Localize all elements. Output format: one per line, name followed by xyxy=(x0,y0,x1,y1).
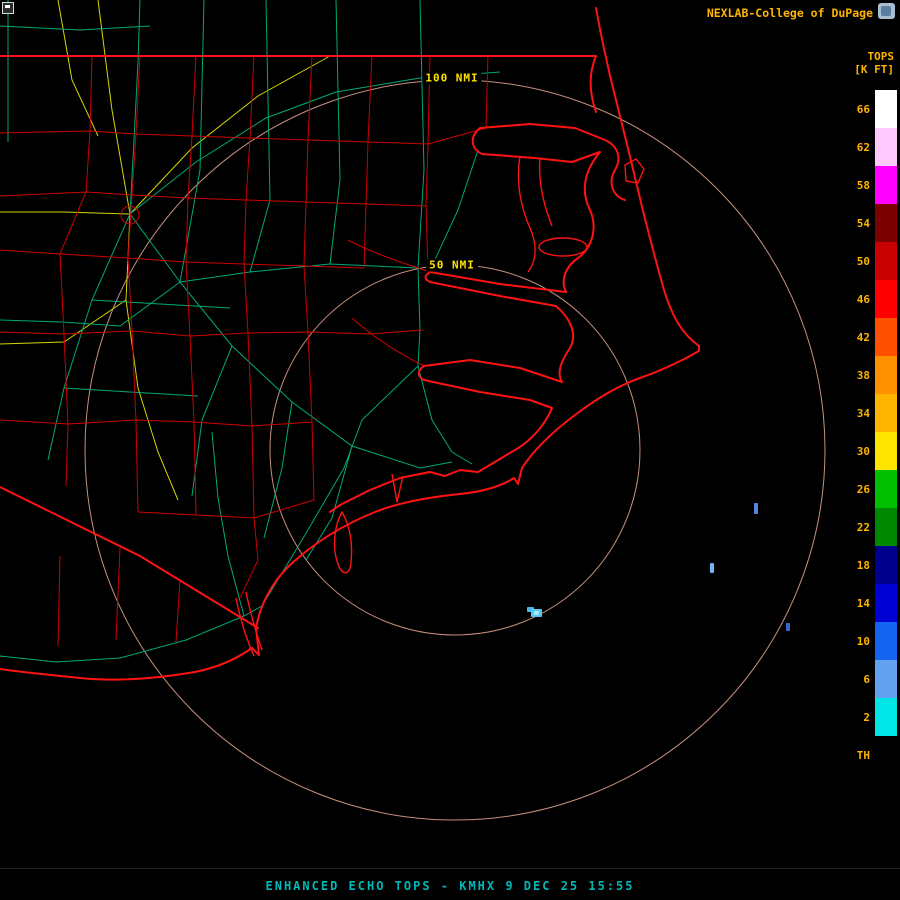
scale-label: 54 xyxy=(840,217,870,230)
scale-row: 18 xyxy=(840,546,897,584)
scale-row: TH xyxy=(840,736,897,774)
range-ring-50nmi xyxy=(270,265,640,635)
scale-row: 54 xyxy=(840,204,897,242)
lake-mattamuskeet xyxy=(539,238,587,256)
scale-label: 58 xyxy=(840,179,870,192)
scale-swatch xyxy=(875,242,897,280)
scale-label: 2 xyxy=(840,711,870,724)
alligator-river xyxy=(518,156,552,272)
radar-map xyxy=(0,0,900,900)
brand-text: NEXLAB-College of DuPage xyxy=(707,6,873,20)
scale-swatch xyxy=(875,546,897,584)
scale-swatch xyxy=(875,128,897,166)
scale-swatch xyxy=(875,660,897,698)
scale-label: 10 xyxy=(840,635,870,648)
scale-title-units: [K FT] xyxy=(854,63,894,76)
scale-row: 42 xyxy=(840,318,897,356)
radar-display: 100 NMI 50 NMI NEXLAB-College of DuPage … xyxy=(0,0,900,900)
scale-label: 34 xyxy=(840,407,870,420)
county-borders xyxy=(0,55,488,646)
scale-title-product: TOPS xyxy=(854,50,894,63)
product-caption: ENHANCED ECHO TOPS - KMHX 9 DEC 25 15:55 xyxy=(0,879,900,893)
coastline-state-borders xyxy=(0,8,699,680)
scale-swatch xyxy=(875,736,897,774)
scale-row: 66 xyxy=(840,90,897,128)
scale-swatch xyxy=(875,622,897,660)
scale-label: 66 xyxy=(840,103,870,116)
scale-swatch xyxy=(875,432,897,470)
scale-row: 30 xyxy=(840,432,897,470)
scale-row: 10 xyxy=(840,622,897,660)
scale-swatch xyxy=(875,698,897,736)
radar-echo xyxy=(534,611,539,615)
highways-yellow xyxy=(0,0,330,500)
scale-label: 14 xyxy=(840,597,870,610)
scale-swatch xyxy=(875,90,897,128)
scale-label: 26 xyxy=(840,483,870,496)
scale-label: 30 xyxy=(840,445,870,458)
new-river xyxy=(335,512,352,573)
scale-title: TOPS [K FT] xyxy=(854,50,894,76)
scale-label: 42 xyxy=(840,331,870,344)
scale-row: 38 xyxy=(840,356,897,394)
scale-row: 22 xyxy=(840,508,897,546)
radar-echo xyxy=(786,623,790,631)
scale-label: 18 xyxy=(840,559,870,572)
scale-row: 46 xyxy=(840,280,897,318)
scale-row: 26 xyxy=(840,470,897,508)
scale-row: 2 xyxy=(840,698,897,736)
scale-row: 58 xyxy=(840,166,897,204)
window-corner-icon xyxy=(2,2,14,14)
scale-row: 62 xyxy=(840,128,897,166)
ring-label-50nmi: 50 NMI xyxy=(426,259,478,272)
color-scale: 66625854504642383430262218141062TH xyxy=(840,90,897,774)
scale-swatch xyxy=(875,394,897,432)
scale-row: 6 xyxy=(840,660,897,698)
scale-swatch xyxy=(875,356,897,394)
radar-echo xyxy=(710,563,714,573)
scale-row: 50 xyxy=(840,242,897,280)
scale-swatch xyxy=(875,318,897,356)
scale-label: 62 xyxy=(840,141,870,154)
scale-label: 38 xyxy=(840,369,870,382)
scale-label: 22 xyxy=(840,521,870,534)
scale-row: 34 xyxy=(840,394,897,432)
scale-label: TH xyxy=(840,749,870,762)
cod-logo-icon xyxy=(878,3,895,19)
scale-swatch xyxy=(875,204,897,242)
scale-row: 14 xyxy=(840,584,897,622)
scale-label: 50 xyxy=(840,255,870,268)
scale-swatch xyxy=(875,470,897,508)
scale-swatch xyxy=(875,166,897,204)
scale-label: 6 xyxy=(840,673,870,686)
scale-swatch xyxy=(875,280,897,318)
scale-swatch xyxy=(875,508,897,546)
scale-label: 46 xyxy=(840,293,870,306)
roads-green xyxy=(0,0,500,662)
footer-divider xyxy=(0,868,900,869)
ring-label-100nmi: 100 NMI xyxy=(422,72,481,85)
radar-echo xyxy=(754,503,758,514)
scale-swatch xyxy=(875,584,897,622)
